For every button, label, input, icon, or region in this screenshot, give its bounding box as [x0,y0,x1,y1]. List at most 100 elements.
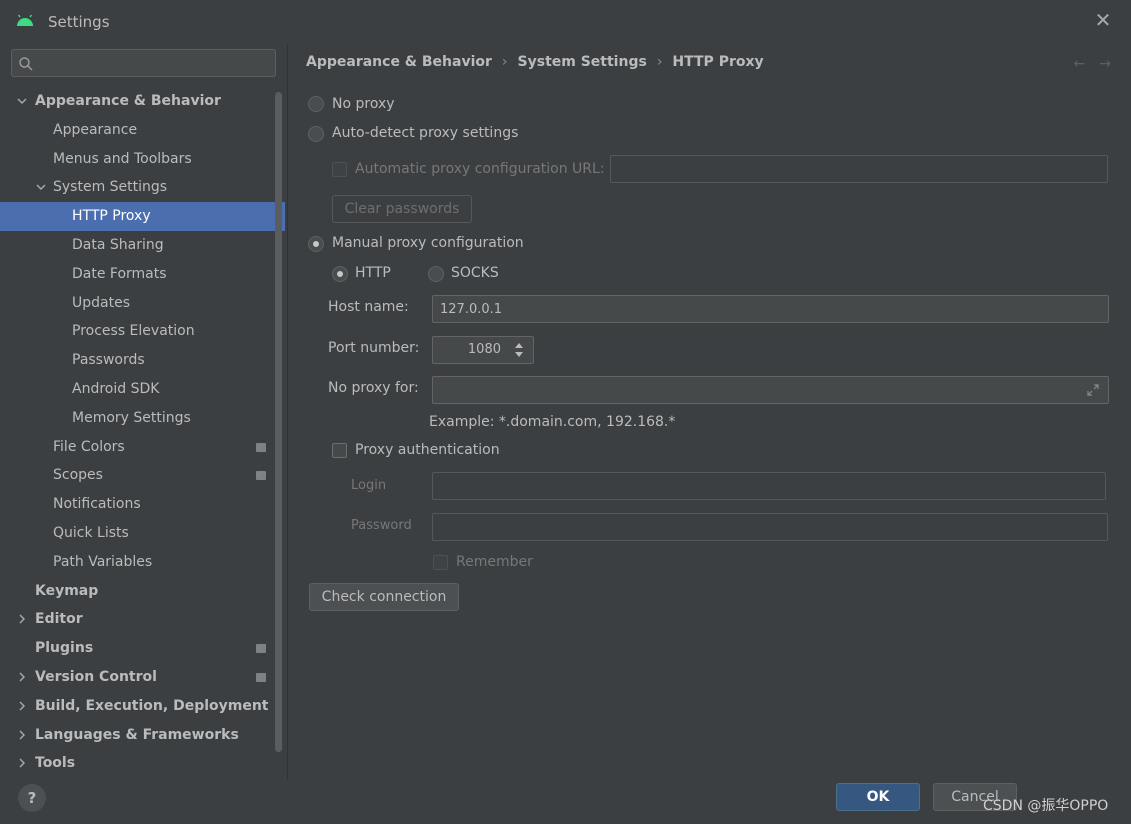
tree-item[interactable]: Notifications [0,490,285,519]
no-proxy-radio[interactable] [308,96,324,112]
tree-item[interactable]: Tools [0,749,285,778]
tree-item[interactable]: Appearance [0,116,285,145]
breadcrumb-item: HTTP Proxy [672,54,764,70]
proxy-auth-label[interactable]: Proxy authentication [355,442,500,458]
login-input[interactable] [440,477,1079,495]
tree-item[interactable]: Android SDK [0,375,285,404]
breadcrumb-separator: › [501,54,508,70]
tree-item[interactable]: Date Formats [0,260,285,289]
tree-item-label: Passwords [72,352,145,369]
tree-item[interactable]: Build, Execution, Deployment [0,692,285,721]
nav-arrows: ← → [1060,56,1111,72]
tree-item-label: Android SDK [72,380,160,397]
no-proxy-label[interactable]: No proxy [332,96,395,112]
tree-item-label: Editor [35,611,83,628]
tree-item[interactable]: Data Sharing [0,231,285,260]
forward-arrow-icon[interactable]: → [1099,56,1111,72]
chevron-down-icon[interactable] [16,95,28,107]
chevron-right-icon[interactable] [16,757,28,769]
tree-item[interactable]: Path Variables [0,548,285,577]
back-arrow-icon[interactable]: ← [1074,56,1086,72]
help-icon: ? [27,789,37,807]
search-input[interactable] [38,53,268,73]
manual-proxy-label[interactable]: Manual proxy configuration [332,235,524,251]
tree-item[interactable]: Passwords [0,346,285,375]
no-proxy-for-input[interactable] [440,381,1082,399]
tree-item-label: Scopes [53,467,103,484]
spinner-arrows-icon[interactable] [511,340,527,360]
tree-item[interactable]: Quick Lists [0,519,285,548]
manual-proxy-radio[interactable] [308,236,324,252]
watermark: CSDN @振华OPPO [983,798,1109,814]
scrollbar-thumb[interactable] [275,92,282,752]
auto-config-url-field[interactable] [610,155,1108,183]
password-input[interactable] [440,518,1081,536]
no-proxy-for-field[interactable] [432,376,1109,404]
host-name-label: Host name: [328,299,409,315]
tree-item-label: Date Formats [72,265,167,282]
port-number-spinner[interactable]: 1080 [432,336,534,364]
check-connection-button[interactable]: Check connection [309,583,459,611]
clear-passwords-button[interactable]: Clear passwords [332,195,472,223]
breadcrumb-separator: › [656,54,663,70]
tree-item[interactable]: Process Elevation [0,317,285,346]
tree-item[interactable]: Keymap [0,577,285,606]
chevron-right-icon[interactable] [16,700,28,712]
socks-label[interactable]: SOCKS [451,265,499,281]
tree-item[interactable]: HTTP Proxy [0,202,285,231]
tree-item[interactable]: System Settings [0,173,285,202]
proxy-auth-checkbox[interactable] [332,443,347,458]
chevron-right-icon[interactable] [16,729,28,741]
http-proxy-panel: Appearance & Behavior › System Settings › HT… [288,44,1131,782]
auto-config-url-input[interactable] [618,160,1090,178]
tree-item[interactable]: Menus and Toolbars [0,145,285,174]
ok-button[interactable]: OK [836,783,920,811]
expand-icon[interactable] [1086,383,1100,397]
tree-item[interactable]: Plugins [0,634,285,663]
tree-item-label: Path Variables [53,553,153,570]
tree-item[interactable]: Memory Settings [0,404,285,433]
auto-detect-label[interactable]: Auto-detect proxy settings [332,125,518,141]
host-name-input[interactable] [440,300,1082,318]
tree-item-label: Menus and Toolbars [53,150,192,167]
chevron-right-icon[interactable] [16,613,28,625]
settings-sidebar: Appearance & Behavior Appearance Menus and… [0,44,287,782]
tree-item[interactable]: Version Control [0,663,285,692]
auto-config-url-label: Automatic proxy configuration URL: [355,161,605,177]
auto-config-url-checkbox[interactable] [332,162,347,177]
android-studio-icon [17,14,33,26]
tree-item-label: Notifications [53,496,141,513]
host-name-field[interactable] [432,295,1109,323]
close-button[interactable]: ✕ [1093,10,1113,30]
chevron-right-icon[interactable] [16,671,28,683]
login-field[interactable] [432,472,1106,500]
tree-item-label: Plugins [35,640,94,657]
socks-radio[interactable] [428,266,444,282]
tree-item[interactable]: Editor [0,605,285,634]
tree-item-label: Quick Lists [53,524,129,541]
window-title: Settings [48,13,110,31]
tree-item[interactable]: File Colors [0,433,285,462]
tree-item[interactable]: Scopes [0,461,285,490]
http-radio[interactable] [332,266,348,282]
search-box[interactable] [11,49,276,77]
sidebar-scrollbar[interactable] [275,92,283,752]
tree-item-label: Appearance [53,121,138,138]
chevron-down-icon[interactable] [35,181,47,193]
tree-item-label: System Settings [53,179,168,196]
tree-item-label: Build, Execution, Deployment [35,697,269,714]
password-label: Password [351,518,412,533]
tree-item[interactable]: Updates [0,289,285,318]
auto-detect-radio[interactable] [308,126,324,142]
tree-item-label: Updates [72,294,130,311]
tree-item[interactable]: Languages & Frameworks [0,721,285,750]
password-field[interactable] [432,513,1108,541]
tree-item-label: Process Elevation [72,323,195,340]
search-icon [19,57,33,71]
help-button[interactable]: ? [18,784,46,812]
tree-item-label: Tools [35,755,76,772]
tree-item-label: Keymap [35,582,99,599]
http-label[interactable]: HTTP [355,265,391,281]
remember-checkbox[interactable] [433,555,448,570]
tree-item[interactable]: Appearance & Behavior [0,87,285,116]
